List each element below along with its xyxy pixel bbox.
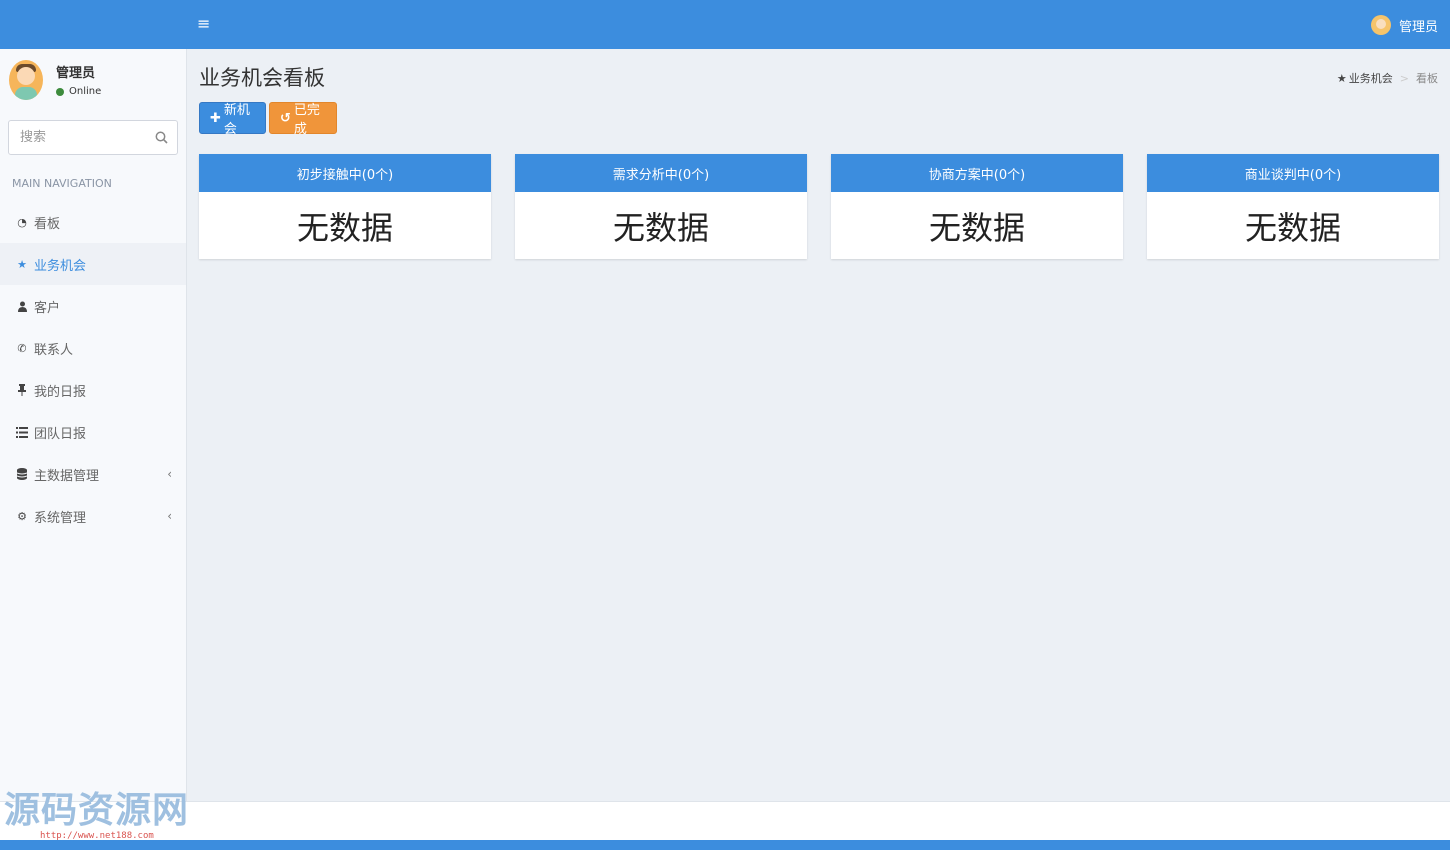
kanban-column-initial-contact: 初步接触中(0个) 无数据 bbox=[199, 154, 491, 259]
footer bbox=[0, 801, 1450, 840]
breadcrumb: ★ 业务机会 > 看板 bbox=[1337, 70, 1438, 86]
list-icon bbox=[16, 426, 28, 438]
search-input[interactable] bbox=[9, 121, 144, 154]
user-menu-name: 管理员 bbox=[1398, 19, 1438, 35]
sidebar: 管理员 Online MAIN NAVIGATION ◔ 看板 ★ 业务机会 客… bbox=[0, 49, 187, 801]
main-content: 业务机会看板 ★ 业务机会 > 看板 ✚ 新机会 ↺ 已完成 初步接触中(0个)… bbox=[187, 49, 1450, 801]
avatar bbox=[9, 60, 43, 100]
bottom-bar bbox=[0, 840, 1450, 850]
hamburger-icon[interactable]: ≡ bbox=[197, 14, 211, 34]
pin-icon bbox=[16, 384, 28, 396]
star-icon: ★ bbox=[17, 257, 27, 271]
nav-header: MAIN NAVIGATION bbox=[12, 177, 112, 190]
user-name: 管理员 bbox=[56, 66, 96, 81]
kanban-column-negotiation: 商业谈判中(0个) 无数据 bbox=[1147, 154, 1439, 259]
user-status: Online bbox=[56, 86, 101, 97]
chevron-left-icon: ‹ bbox=[167, 509, 172, 523]
breadcrumb-current: 看板 bbox=[1416, 72, 1438, 85]
new-opportunity-button[interactable]: ✚ 新机会 bbox=[199, 102, 266, 137]
page-title: 业务机会看板 bbox=[199, 66, 325, 90]
gears-icon: ⚙ bbox=[17, 509, 27, 523]
chevron-left-icon: ‹ bbox=[167, 467, 172, 481]
sidebar-item-my-daily-report[interactable]: 我的日报 bbox=[0, 369, 186, 411]
sidebar-item-label: 联系人 bbox=[34, 342, 74, 358]
database-icon bbox=[16, 468, 28, 480]
status-dot-icon bbox=[56, 87, 64, 96]
user-menu[interactable]: 管理员 bbox=[1370, 14, 1438, 36]
sidebar-search bbox=[8, 120, 178, 155]
top-navbar: ≡ 管理员 bbox=[0, 0, 1450, 49]
user-panel: 管理员 Online bbox=[9, 59, 179, 101]
sidebar-item-dashboard[interactable]: ◔ 看板 bbox=[0, 201, 186, 243]
sidebar-item-team-daily-report[interactable]: 团队日报 bbox=[0, 411, 186, 453]
sidebar-item-contacts[interactable]: ✆ 联系人 bbox=[0, 327, 186, 369]
sidebar-item-label: 客户 bbox=[34, 300, 61, 316]
sidebar-item-label: 业务机会 bbox=[34, 258, 87, 274]
user-status-text: Online bbox=[69, 86, 102, 97]
dashboard-icon: ◔ bbox=[17, 215, 27, 229]
sidebar-item-customers[interactable]: 客户 bbox=[0, 285, 186, 327]
avatar bbox=[1370, 15, 1391, 35]
sidebar-item-label: 看板 bbox=[34, 216, 61, 232]
phone-icon: ✆ bbox=[17, 341, 27, 355]
sidebar-item-label: 系统管理 bbox=[34, 510, 87, 526]
sidebar-item-opportunities[interactable]: ★ 业务机会 bbox=[0, 243, 186, 285]
search-icon[interactable] bbox=[155, 131, 168, 144]
button-label: 新机会 bbox=[223, 103, 250, 137]
kanban-column-header: 需求分析中(0个) bbox=[515, 154, 807, 192]
sidebar-item-label: 团队日报 bbox=[34, 426, 87, 442]
star-icon: ★ bbox=[1336, 71, 1347, 85]
breadcrumb-link[interactable]: 业务机会 bbox=[1349, 70, 1393, 86]
sidebar-item-master-data[interactable]: 主数据管理 ‹ bbox=[0, 453, 186, 495]
sidebar-item-label: 我的日报 bbox=[34, 384, 87, 400]
sidebar-item-system-management[interactable]: ⚙ 系统管理 ‹ bbox=[0, 495, 186, 537]
breadcrumb-separator: > bbox=[1399, 71, 1409, 85]
watermark-text: 源码资源网 bbox=[4, 790, 190, 831]
empty-state-text: 无数据 bbox=[928, 208, 1025, 247]
kanban-column-needs-analysis: 需求分析中(0个) 无数据 bbox=[515, 154, 807, 259]
kanban-column-proposal: 协商方案中(0个) 无数据 bbox=[831, 154, 1123, 259]
sidebar-nav: ◔ 看板 ★ 业务机会 客户 ✆ 联系人 我的日报 团队日报 主数据管理 ‹ ⚙… bbox=[0, 201, 186, 537]
button-label: 已完成 bbox=[293, 103, 320, 137]
completed-button[interactable]: ↺ 已完成 bbox=[269, 102, 337, 137]
plus-icon: ✚ bbox=[210, 110, 221, 126]
user-icon bbox=[16, 300, 28, 312]
watermark-url: http://www.net188.com bbox=[40, 831, 154, 841]
kanban-column-header: 初步接触中(0个) bbox=[199, 154, 491, 192]
empty-state-text: 无数据 bbox=[296, 208, 393, 247]
sidebar-item-label: 主数据管理 bbox=[34, 468, 100, 484]
kanban-column-header: 商业谈判中(0个) bbox=[1147, 154, 1439, 192]
empty-state-text: 无数据 bbox=[1244, 208, 1341, 247]
kanban-column-header: 协商方案中(0个) bbox=[831, 154, 1123, 192]
history-icon: ↺ bbox=[280, 110, 291, 126]
empty-state-text: 无数据 bbox=[612, 208, 709, 247]
